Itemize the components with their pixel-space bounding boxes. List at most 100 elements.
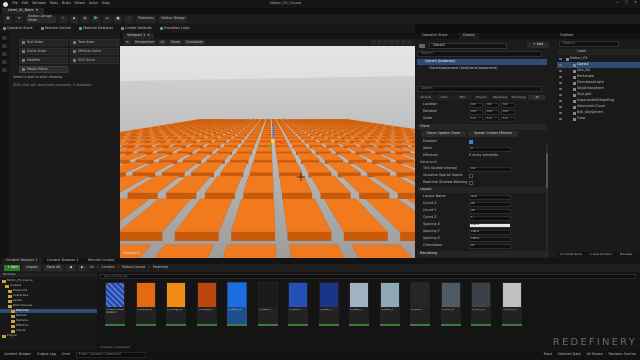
clone-tile[interactable] xyxy=(247,120,254,122)
material-asset-tile[interactable]: M_Orange_03 xyxy=(196,282,217,326)
material-asset-tile[interactable]: MI_Basic_6 xyxy=(379,282,400,326)
clone-tile[interactable] xyxy=(252,128,262,131)
folder-row[interactable]: Effectors xyxy=(0,324,97,328)
component-row-clone[interactable]: CloneComponent (AvaCloneComponent) xyxy=(417,66,547,72)
mode-dropdown[interactable]: Motion Design Mode xyxy=(26,14,56,23)
clone-tile[interactable] xyxy=(256,124,264,126)
clone-tile[interactable] xyxy=(279,124,288,126)
motion-design-button[interactable]: Motion Design xyxy=(159,15,188,23)
close-tab-icon[interactable]: ✕ xyxy=(36,8,39,13)
clone-tile[interactable] xyxy=(234,123,242,125)
section-layout[interactable]: Layout xyxy=(417,187,547,193)
clone-tile[interactable] xyxy=(273,130,283,133)
material-asset-tile[interactable]: MI_Grid_01 xyxy=(440,282,461,326)
details-scrollbar[interactable] xyxy=(546,143,548,258)
shadow-warning-checkbox[interactable] xyxy=(469,181,473,185)
outliner-tab[interactable]: Outliner xyxy=(557,33,640,39)
material-asset-tile[interactable]: MI_Basic_3 xyxy=(288,282,308,326)
clone-tile[interactable] xyxy=(247,134,259,138)
clone-tile[interactable] xyxy=(271,121,278,123)
filter-tab-misc[interactable]: Misc xyxy=(454,95,473,100)
menu-file[interactable]: File xyxy=(12,1,18,6)
clone-tile[interactable] xyxy=(285,122,293,124)
clone-tile[interactable] xyxy=(229,120,236,122)
visibility-eye-icon[interactable] xyxy=(559,70,562,72)
layout-tool-icon[interactable] xyxy=(2,68,7,72)
clone-tile[interactable] xyxy=(293,123,302,125)
clone-tile[interactable] xyxy=(239,121,247,123)
tool-null-actor[interactable]: Null Actor xyxy=(19,39,68,46)
translate-icon[interactable] xyxy=(371,40,376,45)
visibility-eye-icon[interactable] xyxy=(559,88,562,90)
visualize-voxels-checkbox[interactable] xyxy=(469,174,473,178)
add-asset-button[interactable]: + Add xyxy=(4,265,21,271)
actors-tool-icon[interactable] xyxy=(2,52,7,56)
clone-tile[interactable] xyxy=(295,120,302,122)
tool-media-plane[interactable]: Media Plane xyxy=(19,66,68,73)
clone-tile[interactable] xyxy=(297,122,305,123)
material-asset-tile[interactable]: MI_Basic_2 xyxy=(257,282,278,326)
maximize-button[interactable]: ▢ xyxy=(625,0,628,5)
clone-tile[interactable] xyxy=(271,122,278,124)
clone-tile[interactable] xyxy=(286,123,294,125)
spacing-z-value[interactable]: 100.0 xyxy=(469,236,511,242)
quick-operator-stack[interactable]: Operator Stack xyxy=(3,26,33,31)
material-asset-tile[interactable]: MI_Basic_5 xyxy=(349,282,369,326)
clone-tile[interactable] xyxy=(251,122,258,123)
spacing-x-value[interactable]: 100.0 xyxy=(469,222,511,228)
scale-z[interactable]: 1.0 xyxy=(501,116,515,122)
seed-value[interactable]: 0 xyxy=(469,146,511,152)
tool-modifier[interactable]: Modifier xyxy=(19,57,68,64)
visibility-eye-icon[interactable] xyxy=(559,82,562,84)
clone-tile[interactable] xyxy=(264,123,271,125)
folder-row[interactable]: MotionCourse xyxy=(0,304,97,308)
clone-tile[interactable] xyxy=(274,137,287,142)
menu-select[interactable]: Select xyxy=(75,1,85,6)
layout-name-dropdown[interactable]: Grid xyxy=(469,194,511,200)
scrollbar-thumb[interactable] xyxy=(546,153,548,188)
clone-tile[interactable] xyxy=(244,127,254,129)
tool-svg-actor[interactable]: SVG Actor xyxy=(70,57,119,64)
previews-button[interactable]: Previews xyxy=(620,253,632,256)
trace-button[interactable]: Trace xyxy=(543,352,552,357)
derived-data-button[interactable]: Derived Data xyxy=(558,352,580,357)
menu-help[interactable]: Help xyxy=(102,1,110,6)
clone-tile[interactable] xyxy=(260,134,272,138)
forward-icon[interactable]: ▶ xyxy=(77,265,87,271)
clone-tile[interactable] xyxy=(263,127,271,129)
clone-tile[interactable] xyxy=(284,122,291,123)
revision-control-button[interactable]: Revision Control xyxy=(608,352,636,357)
content-drawer-button[interactable]: Content Drawer xyxy=(4,352,31,357)
clone-tile[interactable] xyxy=(290,121,297,123)
folder-row[interactable]: Blueprints xyxy=(0,289,97,293)
material-asset-tile[interactable]: MI_White_01 xyxy=(501,282,522,326)
orientation-dropdown[interactable]: XY xyxy=(469,243,511,249)
clone-tile[interactable] xyxy=(277,121,284,123)
scale-y[interactable]: 1.0 xyxy=(485,116,499,122)
shapes-tool-icon[interactable] xyxy=(2,44,7,48)
rotation-x[interactable]: 0.0° xyxy=(469,109,483,115)
stop-icon[interactable]: ■ xyxy=(114,15,122,23)
clone-tile[interactable] xyxy=(300,120,308,122)
folder-row[interactable]: Textures xyxy=(0,319,97,323)
output-log-button[interactable]: Output Log xyxy=(37,352,56,357)
tool-text-actor[interactable]: Text Actor xyxy=(70,39,119,46)
save-all-button[interactable]: Save All xyxy=(43,265,64,271)
viewport-scalability[interactable]: Scalability xyxy=(183,40,206,45)
clone-tile[interactable] xyxy=(290,127,299,129)
clone-tile[interactable] xyxy=(273,132,284,135)
add-component-button[interactable]: + Add xyxy=(527,42,549,48)
quick-remote-control[interactable]: Remote Control xyxy=(40,26,71,31)
clone-tile[interactable] xyxy=(306,120,314,122)
folder-row[interactable]: Meshes xyxy=(0,314,97,318)
close-tab-icon[interactable]: ✕ xyxy=(147,33,150,38)
breadcrumb-materials[interactable]: Materials xyxy=(153,265,169,270)
clone-tile[interactable] xyxy=(241,120,248,122)
grid-snap-icon[interactable] xyxy=(389,40,394,45)
clone-tile[interactable] xyxy=(278,122,285,123)
filter-tab-general[interactable]: General xyxy=(417,95,436,100)
breadcrumb-all[interactable]: All xyxy=(90,265,94,270)
folder-row[interactable]: Motion_FX_Course xyxy=(0,279,97,283)
clone-tile[interactable] xyxy=(277,120,283,122)
material-asset-tile[interactable]: TransformMaterial Control 2 xyxy=(105,282,125,326)
